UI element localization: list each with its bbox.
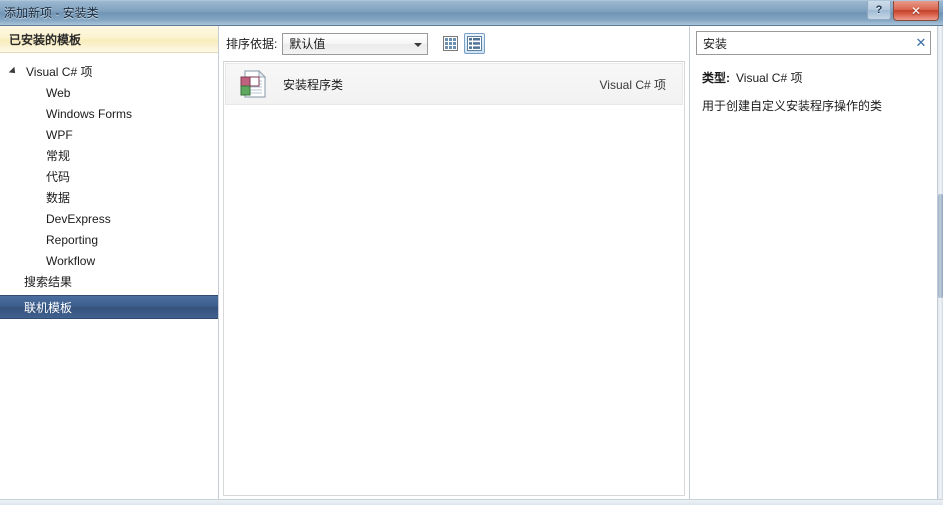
tree-item[interactable]: Reporting xyxy=(0,229,218,250)
dialog-body: 已安装的模板 Visual C# 项 Web Windows Forms WPF 常规代… xyxy=(0,26,943,505)
tree-item-label: DevExpress xyxy=(46,211,111,226)
view-mode-buttons xyxy=(440,33,486,54)
installed-templates-pane: 已安装的模板 Visual C# 项 Web Windows Forms WPF 常规代… xyxy=(0,26,219,499)
detail-type-row: 类型: Visual C# 项 xyxy=(702,69,925,86)
window-controls: ? ✕ xyxy=(867,1,939,21)
chevron-down-icon xyxy=(414,42,423,47)
template-details: 类型: Visual C# 项 用于创建自定义安装程序操作的类 xyxy=(690,55,937,115)
medium-icons-view-icon xyxy=(443,36,459,51)
window-title: 添加新项 - 安装类 xyxy=(4,6,99,20)
tree-item[interactable]: DevExpress xyxy=(0,208,218,229)
search-area: 安装 ✕ xyxy=(696,31,931,55)
tree-item-label: 代码 xyxy=(46,170,71,184)
template-list[interactable]: 安装程序类 Visual C# 项 xyxy=(223,61,685,496)
tree-item-label: Web xyxy=(46,85,71,100)
close-button[interactable]: ✕ xyxy=(893,1,939,21)
list-view-icon xyxy=(467,36,483,51)
tree-item-label: Reporting xyxy=(46,232,99,247)
tree-item[interactable]: Web xyxy=(0,82,218,103)
detail-description: 用于创建自定义安装程序操作的类 xyxy=(702,99,883,113)
template-category-tree[interactable]: Visual C# 项 Web Windows Forms WPF 常规代码数据 DevE… xyxy=(0,53,218,319)
details-pane: 安装 ✕ 类型: Visual C# 项 用于创建自定义安装程序操作的类 xyxy=(689,26,937,499)
tree-item[interactable]: 数据 xyxy=(0,187,218,208)
vertical-scrollbar[interactable] xyxy=(937,26,943,505)
installer-class-icon xyxy=(240,69,267,98)
template-list-pane: 排序依据: 默认值 安装程序类 Visual C# 项 xyxy=(220,26,688,499)
template-kind: Visual C# 项 xyxy=(599,77,666,92)
help-button[interactable]: ? xyxy=(867,1,891,20)
search-box[interactable]: 安装 ✕ xyxy=(696,31,931,55)
title-bar: 添加新项 - 安装类 ? ✕ xyxy=(0,0,943,26)
installed-templates-header: 已安装的模板 xyxy=(0,26,218,53)
tree-item[interactable]: 常规 xyxy=(0,145,218,166)
tree-item[interactable]: 搜索结果 xyxy=(0,271,218,292)
tree-item-label: WPF xyxy=(46,127,73,142)
tree-item-label: 数据 xyxy=(46,191,71,205)
template-list-item[interactable]: 安装程序类 Visual C# 项 xyxy=(225,63,683,105)
dialog-bottom-edge xyxy=(0,499,943,505)
medium-icons-view-button[interactable] xyxy=(440,33,461,54)
scrollbar-thumb[interactable] xyxy=(938,194,943,298)
tree-item[interactable]: Workflow xyxy=(0,250,218,271)
sort-by-label: 排序依据: xyxy=(226,37,278,51)
tree-item-label: Windows Forms xyxy=(46,106,133,121)
detail-type-value: Visual C# 项 xyxy=(736,71,803,85)
tree-item-label: 联机模板 xyxy=(24,300,73,315)
tree-item-label: Workflow xyxy=(46,253,96,268)
tree-item-label: 常规 xyxy=(46,149,71,163)
tree-item-label: 搜索结果 xyxy=(24,275,73,289)
search-input[interactable]: 安装 xyxy=(703,35,912,52)
expand-arrow-icon[interactable] xyxy=(10,66,21,77)
sort-by-dropdown[interactable]: 默认值 xyxy=(282,32,429,55)
sort-by-value: 默认值 xyxy=(289,37,326,51)
tree-item[interactable]: Windows Forms xyxy=(0,103,218,124)
list-view-button[interactable] xyxy=(464,33,486,54)
tree-item[interactable]: Visual C# 项 xyxy=(0,61,218,82)
clear-search-icon[interactable]: ✕ xyxy=(912,32,930,54)
tree-item[interactable]: 代码 xyxy=(0,166,218,187)
template-name: 安装程序类 xyxy=(283,77,344,92)
tree-item[interactable]: 联机模板 xyxy=(0,295,218,319)
add-new-item-dialog: 添加新项 - 安装类 ? ✕ 已安装的模板 Visual C# 项 Web Wind… xyxy=(0,0,943,505)
tree-item[interactable]: WPF xyxy=(0,124,218,145)
tree-item-label: Visual C# 项 xyxy=(26,65,93,79)
list-toolbar: 排序依据: 默认值 xyxy=(220,26,688,61)
detail-type-label: 类型: xyxy=(702,71,730,85)
